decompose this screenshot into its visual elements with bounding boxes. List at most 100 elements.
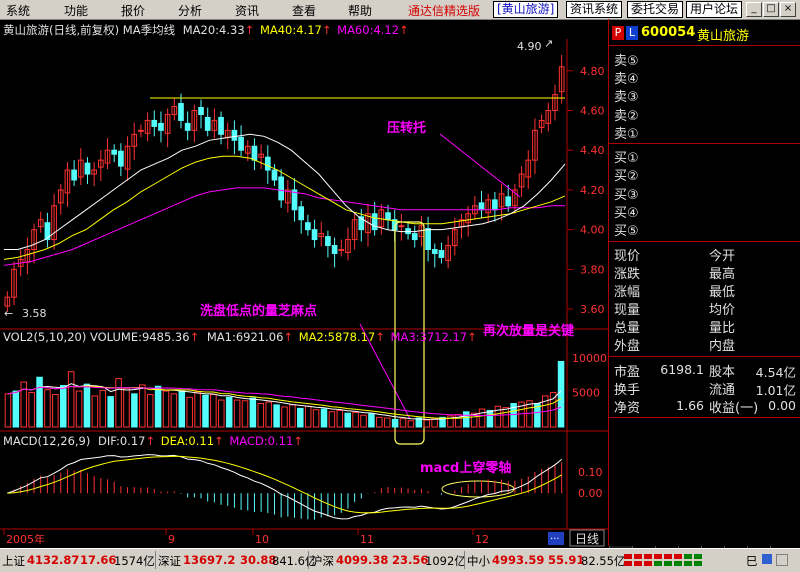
connection-icon — [762, 554, 772, 564]
candle-body — [325, 236, 331, 247]
dea-value: DEA:0.11 — [160, 434, 215, 448]
vol-title: VOL2(5,10,20) VOLUME:9485.36 — [3, 330, 190, 344]
date-label: 2005年 — [6, 532, 45, 546]
volume-bar — [320, 408, 328, 428]
vol-ma2: MA2:5878.17 — [298, 330, 376, 344]
date-label: 12 — [475, 533, 489, 546]
date-label: 11 — [360, 533, 374, 546]
quote-panel: P L 600054 黄山旅游 卖⑤ 卖④ 卖③ 卖② 卖① 买① 买② 买③ … — [608, 19, 800, 565]
volume-bar — [289, 404, 296, 428]
annotation-macd: macd上穿零轴 — [420, 460, 511, 476]
buy-4: 买④ — [614, 206, 639, 221]
menu-help[interactable]: 帮助 — [348, 2, 372, 19]
ma20-line — [4, 133, 566, 250]
sh-change: 17.66 — [80, 553, 117, 567]
sell-4: 卖④ — [614, 72, 639, 87]
forum-button[interactable]: 用户论坛 — [686, 1, 743, 18]
macd-title: MACD(12,26,9) — [3, 434, 91, 448]
vol-tick-label: 10000 — [572, 352, 607, 365]
sell-3: 卖③ — [614, 90, 639, 105]
sh-label[interactable]: 上证 — [2, 553, 25, 569]
badge-p[interactable]: P — [612, 26, 624, 40]
candle-body — [118, 150, 124, 167]
status-right-text: 巳 — [746, 554, 758, 568]
menu-view[interactable]: 查看 — [292, 2, 316, 19]
candle-body — [111, 149, 118, 155]
fund-float-label: 流通 — [709, 383, 736, 398]
volume-bar — [36, 376, 43, 428]
candle-body — [431, 249, 438, 254]
price-tick-label: 4.60 — [580, 105, 605, 118]
candle-body — [425, 228, 431, 250]
volume-bar — [502, 407, 510, 428]
volume-bar — [257, 403, 265, 428]
volume-bar — [368, 413, 375, 428]
menu-news[interactable]: 资讯 — [235, 2, 259, 19]
volume-bar — [407, 420, 415, 428]
maximize-button[interactable]: □ — [763, 2, 779, 17]
trade-button[interactable]: 委托交易 — [627, 1, 684, 18]
volume-bar — [241, 400, 249, 428]
hs-value: 4099.38 — [336, 553, 389, 567]
up-arrow-icon: ↑ — [293, 434, 303, 448]
fund-nav-label: 净资 — [614, 401, 641, 416]
hs-label[interactable]: 沪深 — [311, 553, 334, 569]
candle-body — [184, 122, 191, 131]
quote-change: 涨跌 — [614, 267, 641, 282]
volume-bar — [328, 411, 336, 428]
volume-bar — [154, 385, 162, 428]
price-tick-label: 4.80 — [580, 65, 605, 78]
candle-body — [271, 169, 278, 181]
vol-ma3: MA3:3712.17 — [390, 330, 468, 344]
menu-analysis[interactable]: 分析 — [178, 2, 202, 19]
price-tick-label: 3.60 — [580, 303, 605, 316]
pointer-line-resistance — [439, 133, 521, 198]
up-arrow-icon: ↑ — [283, 330, 294, 344]
candle-body — [178, 103, 184, 121]
volume-bar — [210, 394, 217, 428]
stock-tab[interactable]: [黄山旅游] — [493, 1, 559, 18]
sh-amount: 1574亿 — [114, 554, 155, 568]
annotation-low-volume: 洗盘低点的量芝麻点 — [200, 303, 317, 319]
volume-bar — [344, 412, 351, 428]
volume-bar — [146, 394, 154, 428]
candle-body — [251, 145, 258, 161]
volume-bar — [360, 414, 367, 428]
candle-body — [238, 136, 244, 151]
candle-body — [398, 225, 405, 228]
quote-inner: 内盘 — [709, 339, 736, 354]
volume-bar — [391, 418, 399, 428]
volume-bar — [249, 397, 257, 428]
close-button[interactable]: × — [780, 2, 796, 17]
volume-bar — [233, 399, 241, 428]
menu-system[interactable]: 系统 — [6, 2, 30, 19]
sz-label[interactable]: 深证 — [158, 553, 181, 569]
quote-low: 最低 — [709, 285, 736, 300]
stock-chart[interactable]: 4.80 4.60 4.40 4.20 4.00 3.80 3.60 10000 5000 0… — [0, 19, 608, 548]
volume-bar — [12, 390, 20, 428]
buy-2: 买② — [614, 169, 639, 184]
more-button[interactable]: ··· — [550, 534, 560, 545]
menu-quote[interactable]: 报价 — [121, 2, 145, 19]
zx-label[interactable]: 中小 — [467, 553, 490, 569]
period-button[interactable]: 日线 — [575, 532, 599, 546]
price-tick-label: 3.80 — [580, 263, 605, 276]
volume-bar — [297, 407, 304, 428]
macd-value: MACD:0.11 — [229, 434, 294, 448]
annotation-resistance: 压转托 — [387, 120, 426, 136]
quote-change-pct: 涨幅 — [614, 285, 641, 300]
status-bar: 上证 4132.87 17.66 1574亿 深证 13697.2 30.88 … — [0, 548, 800, 572]
stock-name: 黄山旅游 — [697, 29, 750, 44]
volume-bar — [67, 371, 75, 428]
menu-bar: 系统 功能 报价 分析 资讯 查看 帮助 通达信精选版 [黄山旅游] 资讯系统 … — [0, 0, 800, 20]
menu-function[interactable]: 功能 — [64, 2, 88, 19]
minimize-button[interactable]: _ — [746, 2, 762, 17]
badge-l[interactable]: L — [626, 26, 638, 40]
hs-change: 23.56 — [392, 553, 429, 567]
up-arrow-icon: ↑ — [145, 434, 156, 448]
volume-bar — [4, 393, 12, 428]
sell-5: 卖⑤ — [614, 54, 639, 69]
sell-1: 卖① — [614, 127, 639, 142]
news-system-button[interactable]: 资讯系统 — [566, 1, 623, 18]
macd-tick-label: 0.00 — [578, 487, 603, 500]
